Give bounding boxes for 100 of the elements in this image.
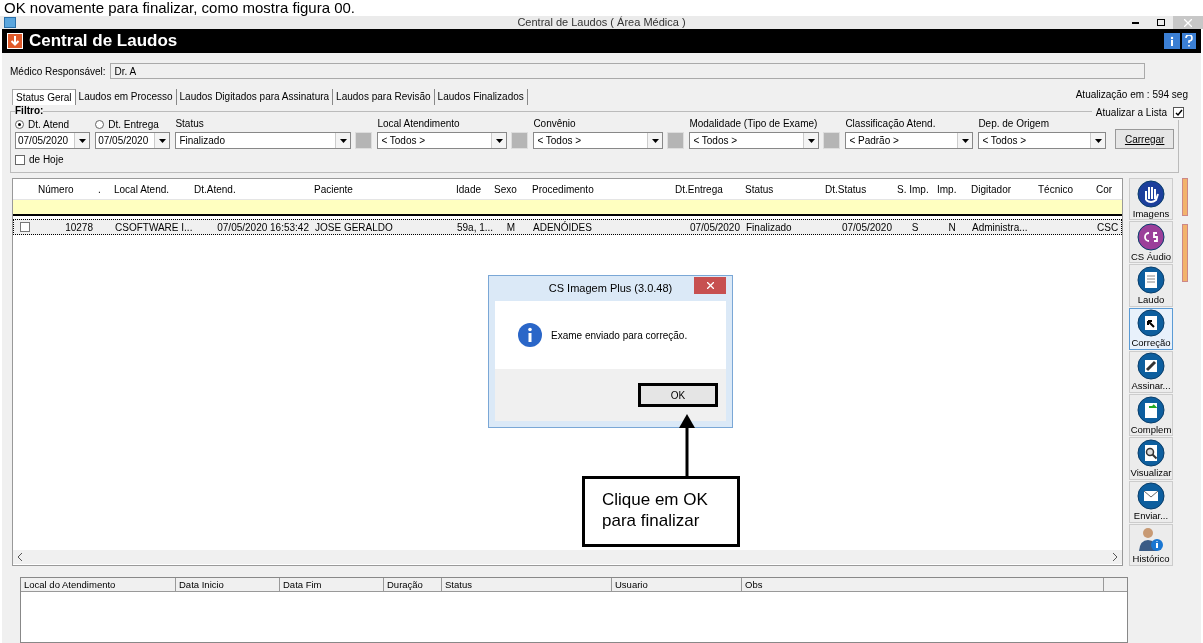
side-button[interactable]: Laudo [1129,264,1173,307]
horizontal-scrollbar[interactable] [13,550,1122,564]
dropdown-button[interactable] [491,133,507,148]
column-header[interactable]: Imp. [934,181,968,197]
side-button[interactable]: Assinar... [1129,350,1173,394]
column-header[interactable]: . [95,181,111,197]
side-button[interactable]: Histórico [1129,523,1173,566]
column-header[interactable]: Dt.Status [822,181,894,197]
side-button[interactable]: Enviar... [1129,480,1173,523]
table-cell-text: Finalizado [745,220,793,235]
window-title: Central de Laudos ( Área Médica ) [517,15,686,31]
radio-label: Dt. Entrega [108,117,159,132]
magnifier-icon [1137,438,1165,467]
column-header[interactable]: Local do Atendimento [21,578,176,591]
column-header[interactable]: Status [442,578,612,591]
down-arrow-icon [7,33,23,49]
column-header[interactable]: Dt.Entrega [672,181,742,197]
dropdown-button[interactable] [154,133,170,148]
column-header[interactable]: Paciente [311,181,453,197]
filter-dropdown[interactable]: < Todos > [533,132,664,149]
column-header[interactable]: Procedimento [529,181,672,197]
dropdown-button[interactable] [1090,133,1106,148]
filter-label: Local Atendimento [377,118,461,130]
header-title: Central de Laudos [29,30,178,53]
column-header[interactable]: Local Atend. [111,181,191,197]
caret-icon [961,138,969,143]
table-cell-text: JOSE GERALDO [314,220,394,235]
dropdown-button[interactable] [803,133,819,148]
info-icon [517,322,543,348]
ok-button[interactable]: OK [638,383,718,407]
column-header[interactable]: Digitador [968,181,1035,197]
filter-dropdown[interactable]: Finalizado [175,132,352,149]
column-header[interactable]: Técnico [1035,181,1093,197]
cs-logo-icon [1137,222,1165,251]
caret-icon [495,138,503,143]
table-cell-text: 10278 [64,220,94,235]
today-label: de Hoje [29,153,64,167]
date-dropdown[interactable]: 07/05/2020 [15,132,91,149]
column-header[interactable]: Dt.Atend. [191,181,311,197]
tab[interactable]: Laudos Finalizados [434,89,528,105]
help-icon[interactable] [1182,33,1196,49]
today-checkbox[interactable] [15,154,25,165]
dropdown-button[interactable] [647,133,663,148]
close-icon [706,282,714,289]
table-cell-text: 07/05/2020 [840,220,893,235]
column-header[interactable]: Status [742,181,822,197]
radio-button[interactable] [95,119,105,129]
column-header[interactable]: Duração [384,578,442,591]
column-header[interactable]: Sexo [491,181,529,197]
table-cell-text: 07/05/2020 [688,220,741,235]
tab[interactable]: Status Geral [12,89,76,105]
document-icon [1137,266,1165,295]
column-header[interactable]: Cor [1093,181,1113,197]
filter-label: Convênio [533,118,577,130]
close-button[interactable] [694,277,726,294]
dropdown-button[interactable] [74,133,90,148]
callout-text: Clique em OK para finalizar [602,489,709,531]
side-button[interactable]: Visualizar [1129,437,1173,480]
column-header[interactable]: Usuario [612,578,742,591]
side-button[interactable]: Imagens [1129,178,1173,221]
column-header[interactable]: Idade [453,181,491,197]
tab[interactable]: Laudos em Processo [75,89,177,105]
column-header[interactable]: Data Fim [280,578,384,591]
column-header[interactable]: Data Inicio [176,578,280,591]
side-button[interactable]: Complem [1129,394,1173,437]
radio-label: Dt. Atend [28,117,70,132]
filter-dropdown[interactable]: < Todos > [689,132,820,149]
auto-update-checkbox[interactable] [1173,107,1184,118]
doctor-field[interactable]: Dr. A [109,63,1145,79]
column-header[interactable]: Obs [742,578,1104,591]
filter-dropdown[interactable]: < Todos > [377,132,508,149]
table-cell-text: ADENÓIDES [532,220,593,235]
dropdown-button[interactable] [957,133,973,148]
app-icon [4,17,16,28]
date-dropdown[interactable]: 07/05/2020 [95,132,171,149]
hand-icon [1137,179,1165,208]
table-cell-text: S [910,220,920,235]
table-cell-text: 07/05/2020 16:53:42 [216,220,310,235]
radio-button[interactable] [15,119,24,129]
pen-icon [1137,352,1165,381]
caret-icon [78,138,86,143]
column-header[interactable]: S. Imp. [894,181,934,197]
side-button[interactable]: CS Áudio [1129,221,1173,264]
dropdown-button[interactable] [335,133,351,148]
column-header[interactable]: Número [35,181,95,197]
table-row[interactable]: 10278 CSOFTWARE I... 07/05/2020 16:53:42 JOSE GERALDO 59a, 1... M ADENÓIDES 07/05/2020 Finalizado 07/05/2020 S N Administra... CSC [13,219,1122,235]
filter-label: Modalidade (Tipo de Exame) [689,118,819,130]
user-info-icon [1137,525,1165,554]
dialog-title: CS Imagem Plus (3.0.48) [548,281,673,297]
row-checkbox[interactable] [20,222,30,232]
document-text: OK novamente para finalizar, como mostra figura 00. [4,0,355,16]
info-icon[interactable] [1164,33,1180,49]
table-cell-text: Administra... [971,220,1029,235]
filter-dropdown[interactable]: < Padrão > [845,132,974,149]
tab[interactable]: Laudos para Revisão [333,89,435,105]
side-button[interactable]: Correção [1129,307,1173,350]
field-label: Médico Responsável: [10,64,106,79]
load-button[interactable]: Carregar [1115,129,1174,149]
tab[interactable]: Laudos Digitados para Assinatura [176,89,334,105]
filter-dropdown[interactable]: < Todos > [978,132,1107,149]
